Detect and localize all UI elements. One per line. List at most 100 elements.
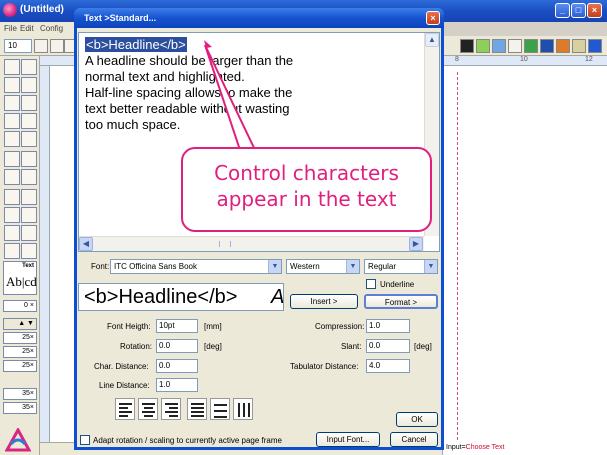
selected-control-text: <b>Headline</b> xyxy=(85,37,187,52)
slant-field[interactable]: 0.0 xyxy=(366,339,410,353)
style-select[interactable]: Regular ▼ xyxy=(364,259,438,274)
wand-icon[interactable] xyxy=(572,39,586,53)
tool-measure-icon[interactable] xyxy=(4,131,20,147)
tool-table-icon[interactable] xyxy=(4,207,20,223)
insert-button[interactable]: Insert > xyxy=(290,294,358,309)
layers-icon[interactable] xyxy=(492,39,506,53)
tool-dimension-icon[interactable] xyxy=(21,131,37,147)
scroll-right-icon[interactable]: ▶ xyxy=(409,237,423,251)
tool-palette: Text Ab|cd 0 × ▲ ▼ 25× 25× 25× 35× 35× xyxy=(0,56,40,455)
compression-label: Compression: xyxy=(315,322,365,331)
char-distance-label: Char. Distance: xyxy=(94,362,149,371)
tool-split-icon[interactable] xyxy=(21,189,37,205)
zoom-stepper-icon[interactable] xyxy=(34,39,48,53)
underline-checkbox[interactable] xyxy=(366,279,376,289)
horizontal-scrollbar[interactable]: ◀ ▶ xyxy=(79,236,424,251)
tool-image-icon[interactable] xyxy=(21,225,37,241)
line-swatch[interactable]: 25× xyxy=(3,346,37,358)
minimize-button[interactable]: _ xyxy=(555,3,570,18)
zoom-input[interactable]: 10 xyxy=(4,39,32,53)
tool-polyline-icon[interactable] xyxy=(4,77,20,93)
align-right-button[interactable] xyxy=(161,398,181,420)
align-left-button[interactable] xyxy=(115,398,135,420)
line-swatch[interactable]: 35× xyxy=(3,402,37,414)
close-app-button[interactable]: × xyxy=(587,3,602,18)
scroll-thumb-grip[interactable] xyxy=(219,241,231,247)
grid-icon[interactable] xyxy=(524,39,538,53)
rotation-label: Rotation: xyxy=(120,342,153,351)
ruler-mark: 12 xyxy=(585,56,593,63)
left-ruler xyxy=(40,66,50,442)
tab-distance-field[interactable]: 4.0 xyxy=(366,359,410,373)
pen-icon[interactable] xyxy=(476,39,490,53)
rotation-field[interactable]: 0.0 xyxy=(156,339,198,353)
chevron-down-icon: ▼ xyxy=(424,260,437,273)
line-swatch[interactable]: 0 × xyxy=(3,300,37,312)
text-line: normal text and highlighted. xyxy=(85,69,245,84)
tool-connect-icon[interactable] xyxy=(4,169,20,185)
text-tool-label: Text xyxy=(22,263,34,269)
line-swatch[interactable]: 25× xyxy=(3,360,37,372)
adapt-rotation-checkbox[interactable] xyxy=(80,435,90,445)
ruler-mark: 10 xyxy=(520,56,528,63)
database-icon[interactable] xyxy=(556,39,570,53)
tool-filter-icon[interactable] xyxy=(4,189,20,205)
align-center-button[interactable] xyxy=(138,398,158,420)
tool-bars-icon[interactable] xyxy=(21,243,37,259)
back-icon[interactable] xyxy=(508,39,522,53)
ruler-mark: 8 xyxy=(455,56,459,63)
scroll-left-icon[interactable]: ◀ xyxy=(79,237,93,251)
page-frame-border xyxy=(442,72,458,440)
font-select[interactable]: ITC Officina Sans Book ▼ xyxy=(110,259,282,274)
menu-config[interactable]: Config xyxy=(40,24,63,33)
line-distance-label: Line Distance: xyxy=(99,381,150,390)
compression-field[interactable]: 1.0 xyxy=(366,319,410,333)
tool-ruler-icon[interactable] xyxy=(4,243,20,259)
script-select[interactable]: Western ▼ xyxy=(286,259,360,274)
help-icon[interactable] xyxy=(588,39,602,53)
tool-fill-icon[interactable] xyxy=(4,225,20,241)
font-height-field[interactable]: 10pt xyxy=(156,319,198,333)
ok-button[interactable]: OK xyxy=(396,412,438,427)
scroll-up-icon[interactable]: ▲ xyxy=(425,33,439,47)
text-line: A headline should be larger than the xyxy=(85,53,294,68)
text-line: text better readable without wasting xyxy=(85,101,290,116)
tab-distance-label: Tabulator Distance: xyxy=(290,362,359,371)
line-swatch[interactable]: 35× xyxy=(3,388,37,400)
cancel-button[interactable]: Cancel xyxy=(390,432,438,447)
menu-edit[interactable]: Edit xyxy=(20,24,34,33)
play-icon[interactable] xyxy=(460,39,474,53)
format-button[interactable]: Format > xyxy=(364,294,438,309)
dialog-close-button[interactable]: × xyxy=(426,11,440,25)
tool-bezier-icon[interactable] xyxy=(21,95,37,111)
tool-node-icon[interactable] xyxy=(21,59,37,75)
tool-point-icon[interactable] xyxy=(4,59,20,75)
tool-undo-icon[interactable] xyxy=(21,151,37,167)
text-tool-button[interactable]: Text Ab|cd xyxy=(3,261,37,295)
chevron-down-icon: ▼ xyxy=(346,260,359,273)
tool-cross-icon[interactable] xyxy=(4,113,20,129)
slant-unit: [deg] xyxy=(414,342,432,351)
font-height-label: Font Heigth: xyxy=(107,322,151,331)
tool-shape-icon[interactable] xyxy=(4,95,20,111)
text-line: too much space. xyxy=(85,117,181,132)
input-font-button[interactable]: Input Font... xyxy=(316,432,380,447)
tool-arc-icon[interactable] xyxy=(21,113,37,129)
tool-circle-icon[interactable] xyxy=(4,151,20,167)
line-style-arrows[interactable]: ▲ ▼ xyxy=(3,318,37,330)
app-logo-icon xyxy=(5,428,31,452)
font-height-unit: [mm] xyxy=(204,322,222,331)
tool-plus-icon[interactable] xyxy=(21,207,37,223)
menu-file[interactable]: File xyxy=(4,24,17,33)
select-arrow-icon[interactable] xyxy=(50,39,64,53)
char-distance-field[interactable]: 0.0 xyxy=(156,359,198,373)
tool-hand-icon[interactable] xyxy=(21,169,37,185)
line-distance-field[interactable]: 1.0 xyxy=(156,378,198,392)
vertical-align-button[interactable] xyxy=(210,398,230,420)
align-justify-button[interactable] xyxy=(187,398,207,420)
tool-curve-icon[interactable] xyxy=(21,77,37,93)
maximize-button[interactable]: □ xyxy=(571,3,586,18)
distribute-button[interactable] xyxy=(233,398,253,420)
line-swatch[interactable]: 25× xyxy=(3,332,37,344)
monitor-icon[interactable] xyxy=(540,39,554,53)
